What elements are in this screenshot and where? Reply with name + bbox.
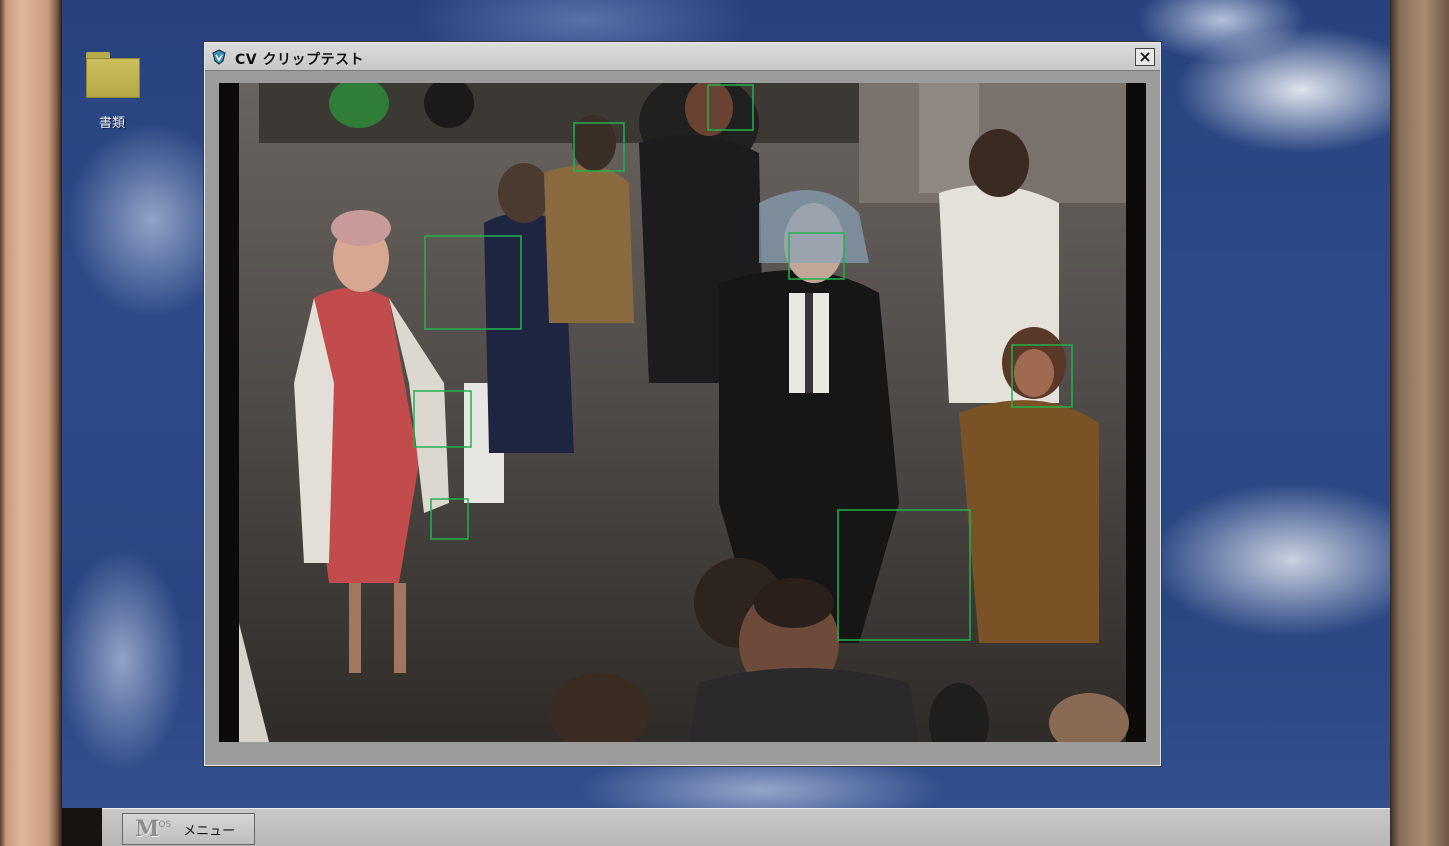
window-title: CV クリップテスト xyxy=(235,52,364,68)
detection-box xyxy=(707,84,754,131)
monitor-bezel-left xyxy=(0,0,62,846)
desktop-icon-documents[interactable]: 書類 xyxy=(82,50,142,131)
monitor-bezel-right xyxy=(1390,0,1449,846)
detection-box xyxy=(430,498,469,540)
detection-box xyxy=(1011,344,1073,408)
os-logo: M xyxy=(135,816,159,842)
detection-box xyxy=(837,509,971,641)
desktop-icon-label: 書類 xyxy=(98,116,125,131)
detection-box xyxy=(573,122,625,172)
detection-box xyxy=(424,235,522,330)
os-logo-sub: OS xyxy=(158,820,172,830)
detection-box xyxy=(413,390,472,448)
folder-icon xyxy=(84,50,140,98)
cv-clip-test-window[interactable]: CV クリップテスト xyxy=(204,42,1161,766)
close-button[interactable] xyxy=(1135,48,1155,66)
detection-box xyxy=(788,232,845,280)
menu-button[interactable]: M OS メニュー xyxy=(122,813,255,845)
taskbar: M OS メニュー xyxy=(102,808,1390,846)
close-icon xyxy=(1140,52,1150,62)
video-frame xyxy=(219,83,1146,742)
menu-label: メニュー xyxy=(183,823,236,839)
window-titlebar[interactable]: CV クリップテスト xyxy=(205,43,1160,71)
detection-overlay xyxy=(413,84,1073,641)
cv-app-icon xyxy=(211,49,227,65)
